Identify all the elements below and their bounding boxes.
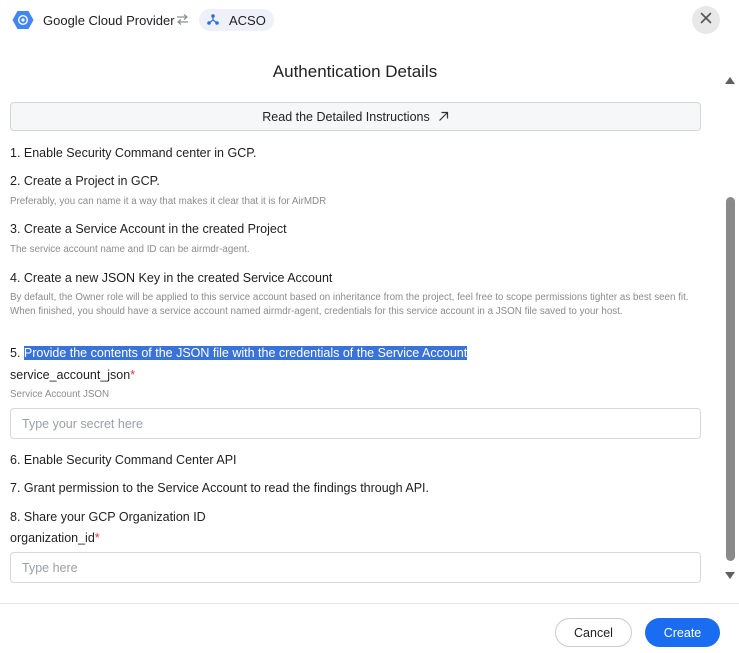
swap-arrows-icon: [176, 13, 189, 26]
organization-id-input[interactable]: [10, 552, 701, 583]
step-2: 2. Create a Project in GCP.: [10, 174, 160, 188]
read-instructions-label: Read the Detailed Instructions: [262, 109, 430, 124]
close-button[interactable]: [692, 6, 720, 34]
service-account-json-label: service_account_json*: [10, 368, 135, 382]
target-name: ACSO: [229, 12, 266, 28]
step-3: 3. Create a Service Account in the creat…: [10, 222, 287, 236]
required-mark: *: [130, 368, 136, 382]
scroll-up-arrow-icon[interactable]: [724, 73, 736, 84]
create-button[interactable]: Create: [645, 618, 720, 647]
step-8: 8. Share your GCP Organization ID: [10, 510, 206, 524]
dialog-title: Authentication Details: [272, 62, 438, 81]
gcp-hexagon-icon: [12, 10, 34, 30]
service-account-json-label-text: service_account_json: [10, 368, 131, 382]
step-4-hint: By default, the Owner role will be appli…: [10, 292, 689, 317]
step-1: 1. Enable Security Command center in GCP…: [10, 146, 257, 160]
read-instructions-button[interactable]: Read the Detailed Instructions: [10, 102, 701, 131]
dialog-header: Google Cloud Provider ACSO: [0, 0, 739, 40]
organization-id-label: organization_id*: [10, 531, 100, 545]
footer-divider: [0, 603, 739, 604]
step-5-selected-text: Provide the contents of the JSON file wi…: [23, 346, 468, 360]
step-5: 5. Provide the contents of the JSON file…: [10, 346, 468, 360]
step-7: 7. Grant permission to the Service Accou…: [10, 481, 429, 495]
close-icon: [700, 11, 712, 29]
cancel-button[interactable]: Cancel: [555, 618, 632, 647]
step-4: 4. Create a new JSON Key in the created …: [10, 271, 333, 285]
network-nodes-icon: [206, 13, 220, 27]
organization-id-label-text: organization_id: [10, 531, 95, 545]
target-chip: ACSO: [199, 9, 274, 31]
external-link-icon: [438, 111, 449, 122]
step-2-hint: Preferably, you can name it a way that m…: [10, 196, 327, 207]
step-6: 6. Enable Security Command Center API: [10, 453, 237, 467]
step-3-hint: The service account name and ID can be a…: [10, 244, 250, 255]
provider-name: Google Cloud Provider: [43, 13, 175, 28]
scroll-down-arrow-icon[interactable]: [724, 567, 736, 579]
step-5-prefix: 5.: [10, 346, 24, 360]
scrollbar-thumb[interactable]: [726, 197, 735, 561]
service-account-json-description: Service Account JSON: [10, 389, 110, 400]
service-account-json-input[interactable]: [10, 408, 701, 439]
required-mark: *: [94, 531, 100, 545]
